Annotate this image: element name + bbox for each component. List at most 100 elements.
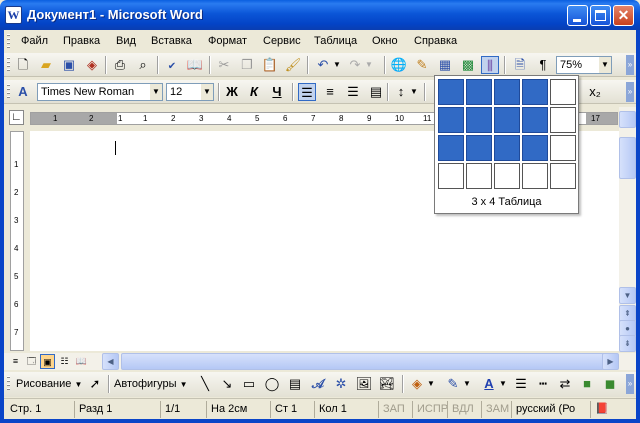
draw-menu-button[interactable]: Рисование ▼ (16, 378, 82, 390)
paste-button[interactable]: 📋 (261, 56, 279, 74)
zoom-combobox[interactable]: 75% ▼ (556, 56, 612, 74)
arrow-tool-button[interactable]: ↘ (218, 375, 236, 393)
minimize-button[interactable] (567, 5, 588, 26)
menu-item[interactable]: Окно (372, 35, 398, 47)
line-spacing-dropdown[interactable]: ▼ (409, 83, 419, 101)
vertical-scrollbar[interactable]: ▼ ⇞ ● ⇟ (619, 107, 636, 352)
font-size-combobox[interactable]: 12 ▼ (166, 83, 214, 101)
align-right-button[interactable]: ☰ (344, 83, 362, 101)
menu-item[interactable]: Вставка (151, 35, 192, 47)
status-record[interactable]: ЗАП (378, 401, 412, 418)
menu-item[interactable]: Сервис (263, 35, 301, 47)
table-grid-cell[interactable] (522, 135, 548, 161)
split-handle[interactable] (619, 111, 636, 128)
menu-item[interactable]: Файл (21, 35, 48, 47)
insert-excel-button[interactable]: ▩ (459, 56, 477, 74)
undo-button[interactable]: ↶ (314, 56, 332, 74)
dash-style-button[interactable]: ┅ (534, 375, 552, 393)
status-overtype[interactable]: ЗАМ (481, 401, 511, 418)
scroll-right-button[interactable]: ▶ (602, 353, 619, 370)
toolbar-options-button[interactable]: » (626, 374, 634, 394)
scroll-down-button[interactable]: ▼ (619, 287, 636, 304)
table-grid-cell[interactable] (494, 135, 520, 161)
table-grid-cell[interactable] (494, 163, 520, 189)
document-map-button[interactable]: 🗎 (511, 56, 529, 74)
status-track-changes[interactable]: ИСПР (412, 401, 447, 418)
fill-color-dropdown[interactable]: ▼ (426, 375, 436, 393)
columns-button[interactable]: ⫼ (481, 56, 499, 74)
close-button[interactable]: ✕ (613, 5, 634, 26)
chevron-down-icon[interactable]: ▼ (201, 84, 213, 100)
toolbar-options-button[interactable]: » (626, 82, 634, 102)
autoshapes-button[interactable]: Автофигуры ▼ (114, 378, 188, 390)
line-spacing-button[interactable]: ↕ (392, 83, 410, 101)
horizontal-scroll-thumb[interactable] (121, 353, 605, 370)
redo-dropdown[interactable]: ▼ (364, 56, 374, 74)
menu-grip[interactable] (7, 34, 10, 49)
save-button[interactable]: ▣ (60, 56, 78, 74)
select-objects-button[interactable]: ➚ (86, 375, 104, 393)
menu-item[interactable]: Справка (414, 35, 457, 47)
print-preview-button[interactable]: ⌕ (134, 56, 152, 74)
table-grid-cell[interactable] (466, 135, 492, 161)
rectangle-tool-button[interactable]: ▭ (240, 375, 258, 393)
table-grid-cell[interactable] (494, 107, 520, 133)
copy-button[interactable]: ❐ (238, 56, 256, 74)
cut-button[interactable]: ✂ (215, 56, 233, 74)
justify-button[interactable]: ▤ (367, 83, 385, 101)
toolbar-grip[interactable] (7, 57, 10, 73)
wordart-button[interactable]: 𝒜 (309, 375, 327, 393)
vertical-ruler[interactable]: 1 2 3 4 5 6 7 (10, 131, 24, 351)
new-document-button[interactable]: 🗋 (14, 56, 32, 74)
toolbar-grip[interactable] (7, 376, 10, 392)
line-tool-button[interactable]: ╲ (196, 375, 214, 393)
subscript-button[interactable]: x₂ (586, 83, 604, 101)
textbox-tool-button[interactable]: ▤ (286, 375, 304, 393)
table-grid-cell[interactable] (550, 107, 576, 133)
outline-view-button[interactable]: ☷ (57, 354, 72, 369)
align-center-button[interactable]: ≡ (321, 83, 339, 101)
table-grid-cell[interactable] (438, 135, 464, 161)
tables-borders-button[interactable]: ✎ (413, 56, 431, 74)
status-extend[interactable]: ВДЛ (447, 401, 481, 418)
italic-button[interactable]: К (245, 83, 263, 101)
redo-button[interactable]: ↷ (346, 56, 364, 74)
table-grid-cell[interactable] (522, 163, 548, 189)
menu-item[interactable]: Формат (208, 35, 247, 47)
toolbar-options-button[interactable]: » (626, 55, 634, 75)
table-grid-cell[interactable] (466, 79, 492, 105)
horizontal-scrollbar[interactable]: ≡ 🗔 ▣ ☷ 📖 ◀ ▶ (4, 353, 636, 370)
underline-button[interactable]: Ч (268, 83, 286, 101)
table-grid-cell[interactable] (550, 163, 576, 189)
print-layout-button[interactable]: ▣ (40, 354, 55, 369)
hyperlink-button[interactable]: 🌐 (390, 56, 408, 74)
next-page-button[interactable]: ⇟ (619, 335, 636, 352)
line-color-button[interactable]: ✎ (444, 375, 462, 393)
table-grid-cell[interactable] (550, 79, 576, 105)
undo-dropdown[interactable]: ▼ (332, 56, 342, 74)
diagram-button[interactable]: ✲ (332, 375, 350, 393)
line-color-dropdown[interactable]: ▼ (462, 375, 472, 393)
table-grid-cell[interactable] (522, 79, 548, 105)
table-grid-cell[interactable] (494, 79, 520, 105)
word-app-icon[interactable]: W (5, 6, 22, 24)
spelling-button[interactable]: ✔ (163, 56, 181, 74)
table-grid-cell[interactable] (438, 79, 464, 105)
menu-item[interactable]: Правка (63, 35, 100, 47)
font-color-dropdown[interactable]: ▼ (498, 375, 508, 393)
web-view-button[interactable]: 🗔 (24, 354, 39, 369)
bold-button[interactable]: Ж (223, 83, 241, 101)
table-grid-cell[interactable] (522, 107, 548, 133)
table-grid-cell[interactable] (466, 163, 492, 189)
3d-style-button[interactable]: ◼ (601, 375, 619, 393)
clipart-button[interactable]: 🖼 (355, 375, 373, 393)
insert-picture-button[interactable]: 🏞 (378, 375, 396, 393)
line-style-button[interactable]: ☰ (512, 375, 530, 393)
tab-selector[interactable]: ∟ (9, 110, 24, 125)
show-formatting-button[interactable]: ¶ (534, 56, 552, 74)
menu-item[interactable]: Вид (116, 35, 136, 47)
scroll-left-button[interactable]: ◀ (102, 353, 119, 370)
research-button[interactable]: 📖 (186, 56, 204, 74)
permission-button[interactable]: ◈ (83, 56, 101, 74)
status-language[interactable]: русский (Ро (511, 401, 579, 418)
